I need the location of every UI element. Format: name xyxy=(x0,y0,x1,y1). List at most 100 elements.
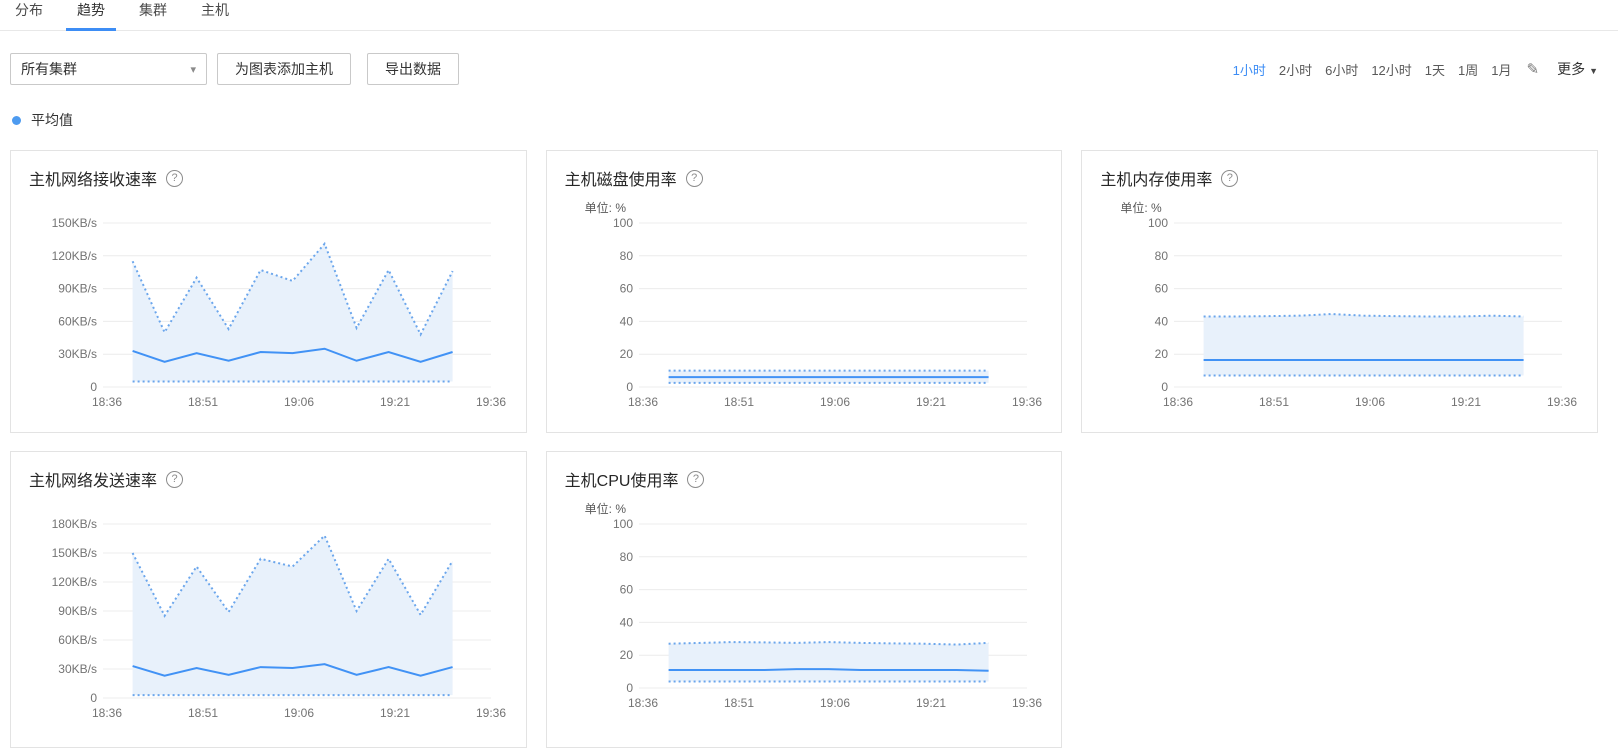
help-icon[interactable]: ? xyxy=(685,169,703,187)
time-range-1w[interactable]: 1周 xyxy=(1458,60,1478,79)
time-range-12h[interactable]: 12小时 xyxy=(1371,60,1411,79)
svg-text:40: 40 xyxy=(619,314,633,328)
time-range-6h[interactable]: 6小时 xyxy=(1325,60,1358,79)
chart-title: 主机磁盘使用率 xyxy=(564,172,677,189)
svg-text:60: 60 xyxy=(619,282,633,296)
add-host-button[interactable]: 为图表添加主机 xyxy=(217,53,351,85)
chart-title: 主机网络接收速率 xyxy=(29,172,158,189)
chart-card-cpu-usage: 主机CPU使用率 ? 单位: % 100 80 60 40 20 0 18:36 18:51 1… xyxy=(545,451,1063,748)
svg-text:19:36: 19:36 xyxy=(476,706,506,720)
svg-text:30KB/s: 30KB/s xyxy=(58,347,97,361)
svg-text:0: 0 xyxy=(90,691,97,705)
svg-text:0: 0 xyxy=(626,380,633,394)
cluster-select-value: 所有集群 xyxy=(21,61,77,77)
chart-card-network-send: 主机网络发送速率 ? 180KB/s 150KB/s 120KB/s 90KB/s 60… xyxy=(10,451,527,748)
svg-text:19:06: 19:06 xyxy=(1355,395,1385,409)
chart-title: 主机CPU使用率 xyxy=(564,473,679,490)
edit-pencil-icon[interactable]: ✎ xyxy=(1527,60,1540,78)
svg-text:18:51: 18:51 xyxy=(188,706,218,720)
unit-label xyxy=(29,490,508,516)
tab-cluster[interactable]: 集群 xyxy=(128,0,178,30)
svg-text:19:21: 19:21 xyxy=(1451,395,1481,409)
chart-title: 主机网络发送速率 xyxy=(29,473,158,490)
time-range-1d[interactable]: 1天 xyxy=(1425,60,1445,79)
cluster-select[interactable]: 所有集群 ▾ xyxy=(10,53,207,85)
chart-card-memory-usage: 主机内存使用率 ? 单位: % 100 80 60 40 20 0 18:36 18:51 19… xyxy=(1081,150,1598,433)
svg-text:0: 0 xyxy=(90,380,97,394)
help-icon[interactable]: ? xyxy=(166,470,184,488)
time-range-1h[interactable]: 1小时 xyxy=(1233,60,1266,79)
chart-canvas[interactable]: 180KB/s 150KB/s 120KB/s 90KB/s 60KB/s 30KB/s 0… xyxy=(29,516,508,728)
svg-text:18:36: 18:36 xyxy=(1163,395,1193,409)
svg-text:18:36: 18:36 xyxy=(628,696,658,710)
svg-text:60KB/s: 60KB/s xyxy=(58,314,97,328)
svg-text:19:21: 19:21 xyxy=(380,395,410,409)
export-data-button[interactable]: 导出数据 xyxy=(367,53,459,85)
svg-text:90KB/s: 90KB/s xyxy=(58,282,97,296)
svg-text:0: 0 xyxy=(626,681,633,695)
svg-text:40: 40 xyxy=(619,615,633,629)
svg-text:150KB/s: 150KB/s xyxy=(52,216,97,230)
legend-average[interactable]: 平均值 xyxy=(12,110,1618,130)
tab-host[interactable]: 主机 xyxy=(190,0,240,30)
time-range-2h[interactable]: 2小时 xyxy=(1279,60,1312,79)
svg-text:20: 20 xyxy=(619,347,633,361)
help-icon[interactable]: ? xyxy=(166,169,184,187)
legend-label: 平均值 xyxy=(31,112,73,128)
svg-text:19:06: 19:06 xyxy=(820,696,850,710)
svg-text:18:51: 18:51 xyxy=(188,395,218,409)
svg-text:80: 80 xyxy=(619,550,633,564)
svg-text:19:21: 19:21 xyxy=(380,706,410,720)
svg-text:19:36: 19:36 xyxy=(476,395,506,409)
svg-text:18:36: 18:36 xyxy=(628,395,658,409)
tab-distribution[interactable]: 分布 xyxy=(4,0,54,30)
svg-text:19:21: 19:21 xyxy=(916,696,946,710)
svg-text:19:06: 19:06 xyxy=(284,706,314,720)
svg-text:19:06: 19:06 xyxy=(820,395,850,409)
svg-text:120KB/s: 120KB/s xyxy=(52,575,97,589)
svg-text:100: 100 xyxy=(613,517,633,531)
time-range-1m[interactable]: 1月 xyxy=(1491,60,1511,79)
svg-text:20: 20 xyxy=(1155,347,1169,361)
unit-label xyxy=(29,189,508,215)
svg-text:80: 80 xyxy=(1155,249,1169,263)
svg-text:150KB/s: 150KB/s xyxy=(52,546,97,560)
toolbar: 所有集群 ▾ 为图表添加主机 导出数据 1小时 2小时 6小时 12小时 1天 … xyxy=(10,53,1598,85)
chart-canvas[interactable]: 150KB/s 120KB/s 90KB/s 60KB/s 30KB/s 0 18:36 18… xyxy=(29,215,508,417)
svg-text:180KB/s: 180KB/s xyxy=(52,517,97,531)
svg-text:19:36: 19:36 xyxy=(1012,696,1042,710)
svg-text:18:36: 18:36 xyxy=(92,395,122,409)
svg-text:100: 100 xyxy=(613,216,633,230)
svg-text:60: 60 xyxy=(1155,282,1169,296)
unit-label: 单位: % xyxy=(584,502,626,516)
svg-text:19:21: 19:21 xyxy=(916,395,946,409)
svg-text:120KB/s: 120KB/s xyxy=(52,249,97,263)
tab-bar: 分布 趋势 集群 主机 xyxy=(0,0,1618,31)
time-range-bar: 1小时 2小时 6小时 12小时 1天 1周 1月 ✎ 更多 ▼ xyxy=(1220,59,1598,79)
help-icon[interactable]: ? xyxy=(687,470,705,488)
chart-canvas[interactable]: 100 80 60 40 20 0 18:36 18:51 19:06 19:21 19:36 xyxy=(565,516,1044,718)
unit-label: 单位: % xyxy=(584,201,626,215)
svg-text:90KB/s: 90KB/s xyxy=(58,604,97,618)
svg-text:19:06: 19:06 xyxy=(284,395,314,409)
svg-text:60KB/s: 60KB/s xyxy=(58,633,97,647)
chart-canvas[interactable]: 100 80 60 40 20 0 18:36 18:51 19:06 19:21 19:36 xyxy=(565,215,1044,417)
svg-text:40: 40 xyxy=(1155,314,1169,328)
chart-canvas[interactable]: 100 80 60 40 20 0 18:36 18:51 19:06 19:21 19:36 xyxy=(1100,215,1579,417)
chevron-down-icon: ▾ xyxy=(190,63,196,76)
more-dropdown[interactable]: 更多 ▼ xyxy=(1557,59,1598,79)
chart-title: 主机内存使用率 xyxy=(1100,172,1213,189)
svg-text:100: 100 xyxy=(1148,216,1168,230)
svg-text:18:51: 18:51 xyxy=(1259,395,1289,409)
help-icon[interactable]: ? xyxy=(1221,169,1239,187)
tab-trend[interactable]: 趋势 xyxy=(66,0,116,31)
legend-dot-icon xyxy=(12,115,21,125)
svg-text:80: 80 xyxy=(619,249,633,263)
svg-text:30KB/s: 30KB/s xyxy=(58,662,97,676)
chart-card-disk-usage: 主机磁盘使用率 ? 单位: % 100 80 60 40 20 0 18:36 18:51 19… xyxy=(545,150,1063,433)
svg-text:60: 60 xyxy=(619,583,633,597)
svg-text:19:36: 19:36 xyxy=(1547,395,1577,409)
more-label: 更多 xyxy=(1557,61,1586,77)
svg-text:19:36: 19:36 xyxy=(1012,395,1042,409)
svg-text:18:51: 18:51 xyxy=(724,395,754,409)
